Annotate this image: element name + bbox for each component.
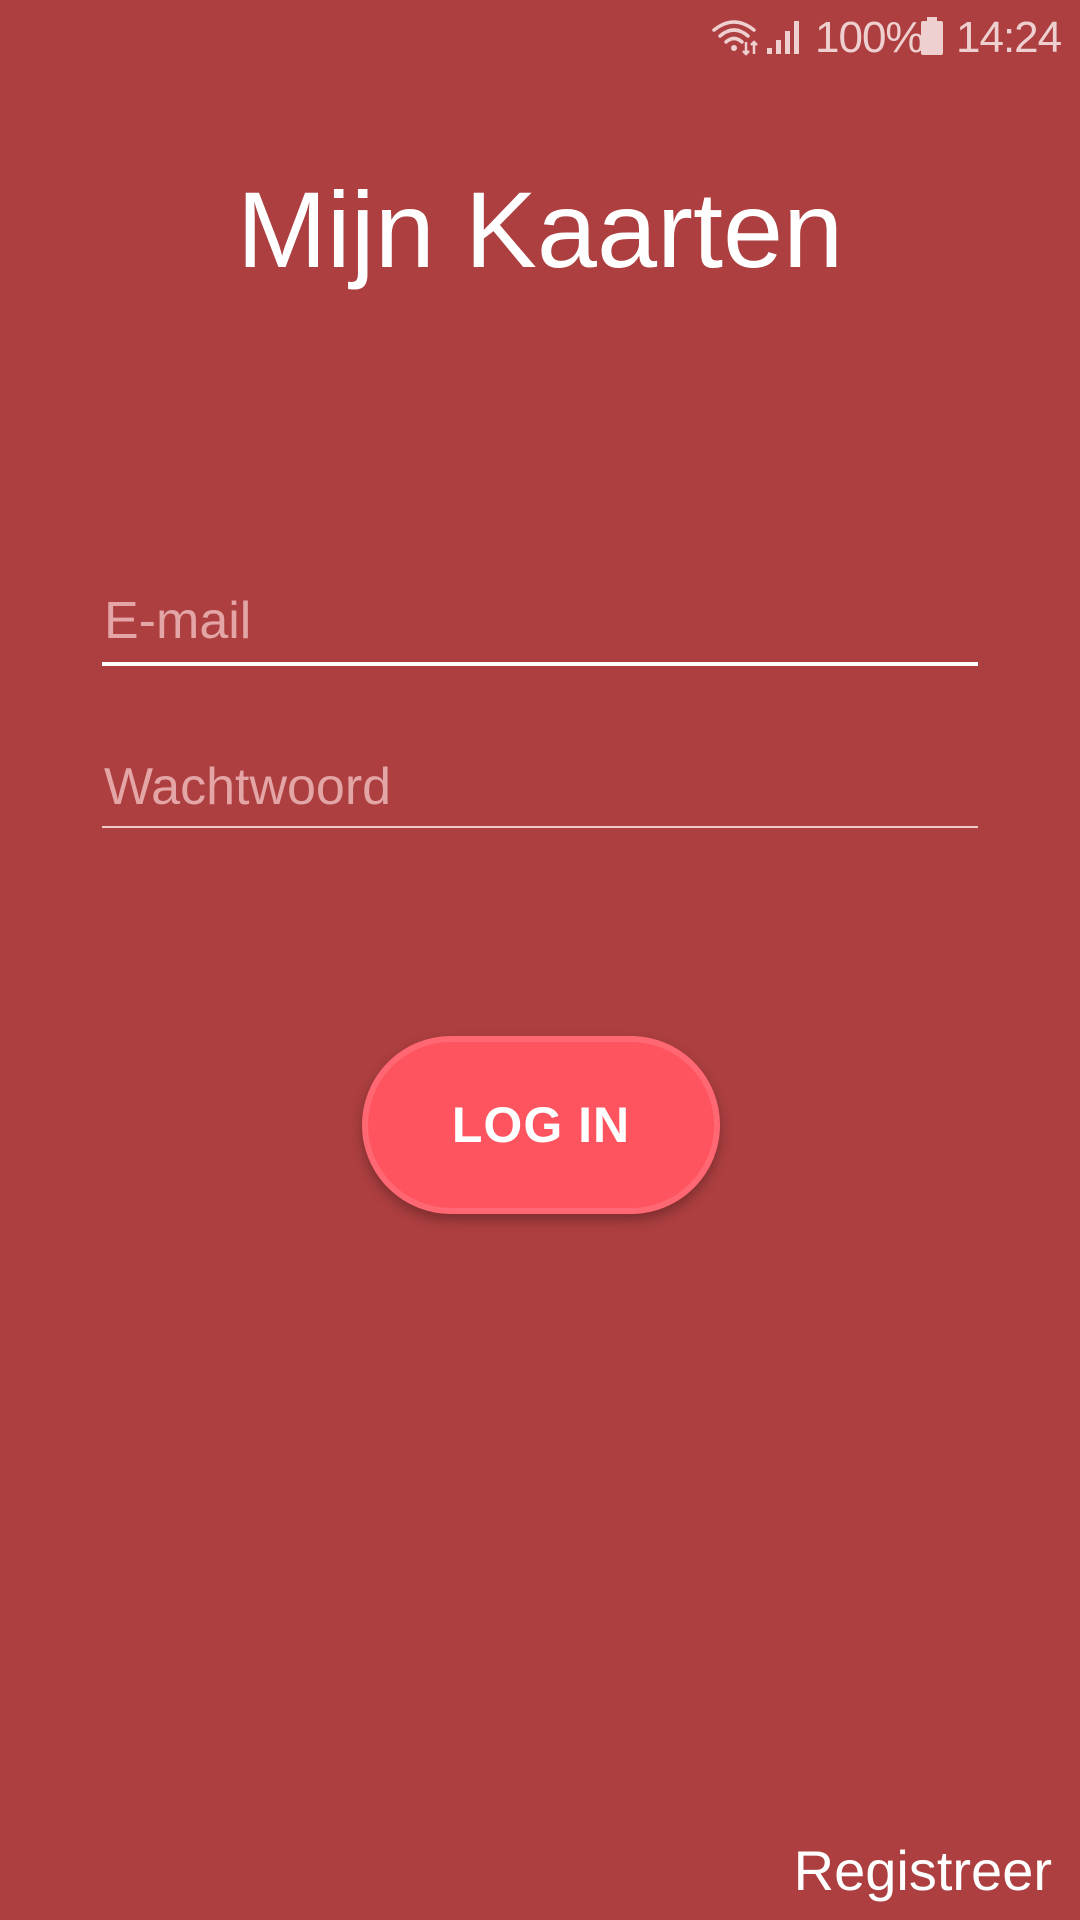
status-bar: 100% 14:24 (0, 0, 1080, 72)
login-button-label: LOG IN (451, 1097, 631, 1153)
register-link[interactable]: Registreer (794, 1836, 1052, 1906)
wifi-icon (712, 20, 758, 56)
clock-time: 14:24 (956, 13, 1062, 62)
battery-icon (921, 17, 943, 55)
login-button[interactable]: LOG IN (362, 1036, 720, 1214)
password-field[interactable] (102, 748, 978, 826)
signal-icon (767, 21, 799, 54)
app-title: Mijn Kaarten (236, 169, 844, 290)
email-field[interactable] (102, 580, 978, 662)
password-field-container (102, 748, 978, 828)
battery-percentage: 100% (815, 13, 925, 62)
email-field-container (102, 580, 978, 666)
login-screen: 100% 14:24 Mijn Kaarten LOG IN Registree… (0, 0, 1080, 1920)
